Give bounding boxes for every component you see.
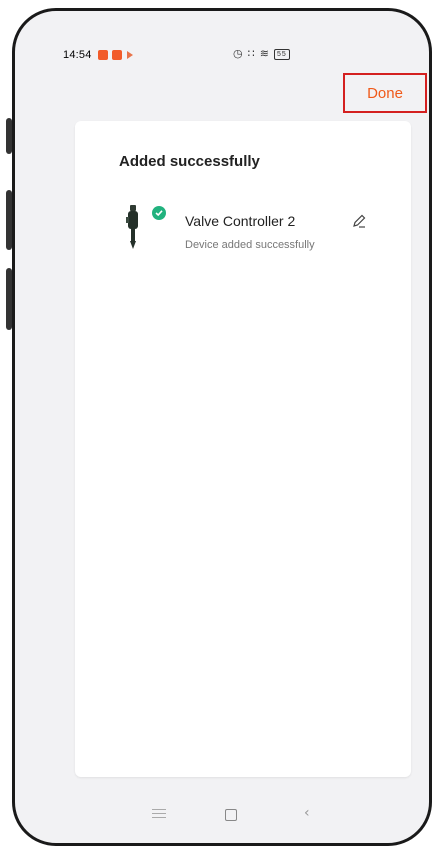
alarm-icon: ◷: [233, 48, 244, 60]
notification-icon: [112, 50, 122, 60]
phone-screen: 14:54 ◷ ∷ ≋ 55 Done Added successfully V…: [12, 8, 432, 846]
result-card: Added successfully Valve Controller 2 De…: [75, 121, 411, 777]
done-highlight: Done: [343, 73, 427, 113]
notification-icon: [98, 50, 108, 60]
wifi-icon: ≋: [259, 48, 270, 60]
device-row: Valve Controller 2 Device added successf…: [119, 203, 379, 263]
back-icon[interactable]: ‹: [304, 805, 310, 821]
device-name: Valve Controller 2: [185, 213, 296, 229]
card-title: Added successfully: [119, 153, 260, 170]
menu-icon[interactable]: [152, 809, 166, 821]
device-status-text: Device added successfully: [185, 239, 315, 251]
done-button[interactable]: Done: [367, 85, 403, 102]
play-icon: [127, 51, 133, 59]
status-bar: [15, 11, 429, 51]
status-icons: ◷ ∷ ≋ 55: [233, 47, 290, 60]
check-icon: [152, 206, 166, 220]
status-time: 14:54: [63, 49, 92, 61]
signal-icon: ∷: [247, 48, 256, 60]
battery-icon: 55: [274, 48, 290, 60]
valve-device-icon: [126, 205, 138, 249]
home-icon[interactable]: [225, 809, 237, 821]
navigation-bar: ‹: [15, 789, 429, 839]
pencil-icon[interactable]: [351, 213, 367, 229]
